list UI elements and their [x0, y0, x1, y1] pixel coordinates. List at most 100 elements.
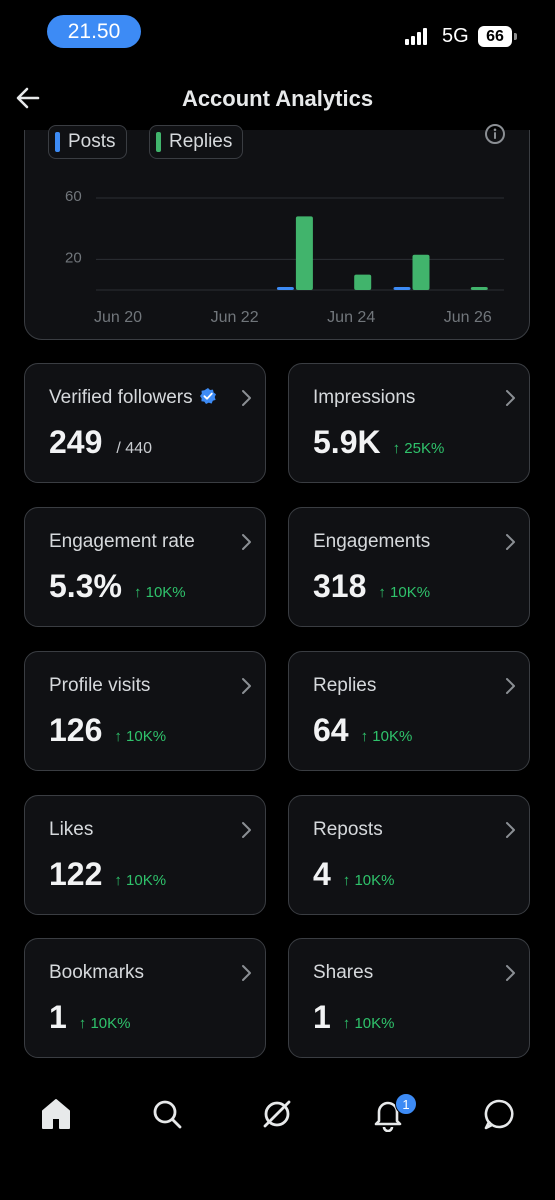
- metric-label: Replies: [313, 675, 376, 697]
- metric-card[interactable]: Shares 1 ↑ 10K%: [288, 938, 530, 1058]
- metric-label: Impressions: [313, 387, 415, 409]
- chevron-right-icon: [506, 678, 515, 694]
- status-bar-layer: 21.50 5G 66: [0, 0, 555, 62]
- metric-label-text: Engagements: [313, 531, 431, 552]
- metric-label-text: Engagement rate: [49, 531, 195, 552]
- messages-icon[interactable]: [481, 1096, 517, 1132]
- legend-posts[interactable]: Posts: [48, 125, 127, 159]
- metric-value-row: 122 ↑ 10K%: [49, 856, 166, 893]
- metric-value: 1: [313, 999, 331, 1035]
- metric-total: / 440: [116, 440, 152, 457]
- metric-value-row: 4 ↑ 10K%: [313, 856, 395, 893]
- metric-card[interactable]: Replies 64 ↑ 10K%: [288, 651, 530, 771]
- metric-card[interactable]: Bookmarks 1 ↑ 10K%: [24, 938, 266, 1058]
- chevron-right-icon: [506, 822, 515, 838]
- metric-label-text: Impressions: [313, 387, 416, 408]
- metric-change: ↑ 10K%: [342, 872, 395, 889]
- metric-card[interactable]: Profile visits 126 ↑ 10K%: [24, 651, 266, 771]
- metric-value: 122: [49, 856, 103, 892]
- page-title-text: Account Analytics: [181, 86, 374, 111]
- x-tick-label: Jun 22: [211, 309, 259, 326]
- metric-change: ↑ 10K%: [360, 728, 413, 745]
- metric-card[interactable]: Reposts 4 ↑ 10K%: [288, 795, 530, 915]
- metric-label-text: Bookmarks: [49, 962, 145, 983]
- chevron-right-icon: [242, 678, 251, 694]
- metric-value-row: 5.9K ↑ 25K%: [313, 424, 444, 461]
- metric-value-row: 1 ↑ 10K%: [49, 999, 131, 1036]
- app-header-layer: Account Analytics: [0, 62, 555, 130]
- network-type-text: 5G: [442, 25, 469, 47]
- chevron-right-icon: [242, 534, 251, 550]
- metric-card[interactable]: Engagement rate 5.3% ↑ 10K%: [24, 507, 266, 627]
- metric-value: 5.9K: [313, 424, 381, 460]
- metric-value: 1: [49, 999, 67, 1035]
- metric-label-text: Likes: [49, 819, 94, 840]
- status-time-text: 21.50: [47, 15, 141, 48]
- metric-label-text: Reposts: [313, 819, 383, 840]
- metric-label: Engagement rate: [49, 531, 195, 553]
- chevron-right-icon: [506, 390, 515, 406]
- metric-card[interactable]: Impressions 5.9K ↑ 25K%: [288, 363, 530, 483]
- info-icon[interactable]: [484, 123, 506, 145]
- chevron-right-icon: [506, 534, 515, 550]
- chevron-right-icon: [242, 822, 251, 838]
- bar-posts-jun-25[interactable]: [393, 287, 411, 290]
- chevron-right-icon: [242, 965, 251, 981]
- bar-replies-jun-26[interactable]: [470, 287, 488, 290]
- legend-replies[interactable]: Replies: [149, 125, 244, 159]
- metric-value: 249: [49, 424, 103, 460]
- x-tick-label: Jun 20: [94, 309, 142, 326]
- metric-value-row: 126 ↑ 10K%: [49, 712, 166, 749]
- metric-value-row: 249 / 440: [49, 424, 152, 461]
- battery-indicator-icon: 66: [478, 26, 517, 47]
- replies-swatch: [156, 132, 161, 152]
- search-icon[interactable]: [149, 1096, 185, 1132]
- bar-posts-jun-23[interactable]: [276, 287, 294, 290]
- metric-value: 4: [313, 856, 331, 892]
- bar-replies-jun-24[interactable]: [354, 274, 372, 290]
- metric-value: 5.3%: [49, 568, 122, 604]
- metric-change: ↑ 25K%: [392, 440, 445, 457]
- metric-value: 126: [49, 712, 103, 748]
- metric-label-text: Profile visits: [49, 675, 151, 696]
- metric-card[interactable]: Likes 122 ↑ 10K%: [24, 795, 266, 915]
- metric-value-row: 318 ↑ 10K%: [313, 568, 430, 605]
- y-tick-label: 60: [65, 188, 82, 205]
- metric-value: 64: [313, 712, 349, 748]
- metric-label: Reposts: [313, 819, 383, 841]
- x-tick-label: Jun 26: [444, 309, 492, 326]
- legend-posts-label: Posts: [68, 131, 116, 152]
- metric-card[interactable]: Verified followers 249 / 440: [24, 363, 266, 483]
- metric-value-row: 64 ↑ 10K%: [313, 712, 412, 749]
- metric-change: ↑ 10K%: [133, 584, 186, 601]
- metric-label-text: Shares: [313, 962, 374, 983]
- home-icon[interactable]: [38, 1096, 74, 1132]
- metric-label-text: Verified followers: [49, 387, 193, 408]
- notification-badge: 1: [395, 1093, 417, 1115]
- x-tick-label: Jun 24: [327, 309, 375, 326]
- verified-badge-icon: [199, 388, 216, 404]
- analytics-screen: 21.50 5G 66 Account Analytics 60 20 Jun 20…: [0, 0, 555, 1200]
- metric-label: Likes: [49, 819, 93, 841]
- y-tick-label: 20: [65, 249, 82, 266]
- posts-swatch: [55, 132, 60, 152]
- battery-level-text: 66: [486, 28, 504, 45]
- bar-replies-jun-23[interactable]: [295, 216, 313, 290]
- metric-label: Shares: [313, 962, 373, 984]
- metric-change: ↑ 10K%: [342, 1015, 395, 1032]
- metric-card[interactable]: Engagements 318 ↑ 10K%: [288, 507, 530, 627]
- metric-change: ↑ 10K%: [114, 872, 167, 889]
- metric-change: ↑ 10K%: [78, 1015, 131, 1032]
- metric-value: 318: [313, 568, 367, 604]
- metric-label: Verified followers: [49, 387, 217, 409]
- chevron-right-icon: [506, 965, 515, 981]
- legend-replies-label: Replies: [169, 131, 233, 152]
- metric-change: ↑ 10K%: [114, 728, 167, 745]
- metric-value-row: 5.3% ↑ 10K%: [49, 568, 186, 605]
- chevron-right-icon: [242, 390, 251, 406]
- signal-strength-icon: [405, 27, 431, 45]
- grok-icon[interactable]: [259, 1096, 295, 1132]
- bar-replies-jun-25[interactable]: [412, 254, 430, 290]
- metric-label-text: Replies: [313, 675, 377, 696]
- bottom-nav: [0, 1080, 555, 1160]
